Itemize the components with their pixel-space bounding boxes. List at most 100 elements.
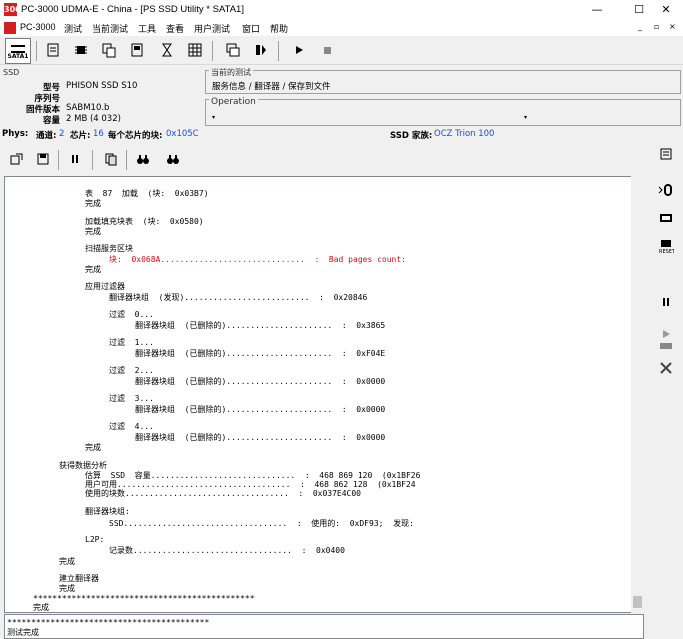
log-output[interactable]: 表 87 加载 (块: 0x03B7) 完成 加载填充块表 (块: 0x0580) 完… (4, 176, 644, 613)
close-button[interactable]: ✕ (649, 0, 683, 20)
mdi-restore-button[interactable]: ▫ (654, 22, 659, 31)
log-line: 完成 (85, 227, 101, 236)
chips-label: 芯片: (70, 131, 91, 141)
reset-icon[interactable]: RESET (656, 236, 676, 256)
settings-doc-icon[interactable] (656, 144, 676, 164)
log-line: L2P: (85, 535, 105, 544)
log-line: 记录数................................. : 0… (109, 546, 345, 555)
operation-dropdown-icon[interactable]: ▾ (212, 114, 215, 121)
bottom-log-line: ****************************************… (7, 618, 210, 627)
user-run-icon[interactable] (250, 39, 272, 61)
blocks-per-chip-label: 每个芯片的块: (108, 131, 163, 141)
log-line: 加载填充块表 (块: 0x0580) (85, 217, 204, 226)
export-icon[interactable] (6, 148, 28, 170)
toolbar-separator (278, 41, 279, 61)
log-line: 用户可用....................................… (85, 480, 416, 489)
current-test-value: 服务信息 / 翻译器 / 保存到文件 (212, 82, 331, 92)
log-line: 过滤 3... (109, 394, 154, 403)
menu-help[interactable]: 帮助 (270, 22, 288, 35)
log-line: 使用的块数.................................. … (85, 489, 362, 498)
chips-value: 16 (93, 129, 104, 139)
mdi-minimize-button[interactable]: _ (638, 22, 642, 31)
menu-view[interactable]: 查看 (166, 22, 184, 35)
stop-icon[interactable] (316, 39, 338, 61)
log-scrollbar[interactable] (631, 176, 644, 613)
log-line: 块: 0x068A.............................. … (109, 255, 406, 264)
windows-icon[interactable] (222, 39, 244, 61)
pause-rail-icon[interactable] (656, 292, 676, 312)
operation-dropdown-icon[interactable]: ▾ (524, 114, 527, 121)
log-line: 过滤 2... (109, 366, 154, 375)
title-bar: 3000 PC-3000 UDMA-E - China - [PS SSD Ut… (0, 0, 683, 20)
sata-port-button[interactable]: SATA1 (5, 38, 31, 64)
main-toolbar: SATA1 (0, 37, 683, 65)
channels-value: 2 (59, 129, 65, 139)
log-line: 过滤 1... (109, 338, 154, 347)
toolbar-separator (36, 41, 37, 61)
copy-icon[interactable] (100, 148, 122, 170)
log-line: 翻译器块组 (已删除的)...................... : 0x0… (135, 405, 386, 414)
log-line: 过滤 4... (109, 422, 154, 431)
document-icon[interactable] (4, 22, 16, 34)
minimize-button[interactable]: — (580, 0, 614, 20)
log-scrollbar-thumb[interactable] (633, 596, 642, 608)
pause-icon[interactable] (64, 148, 86, 170)
device-icon[interactable] (656, 336, 676, 356)
current-test-panel: 当前的测试 服务信息 / 翻译器 / 保存到文件 (205, 67, 681, 94)
bottom-log-line: 测试完成 (7, 628, 39, 637)
log-toolbar (0, 144, 650, 174)
menu-pc3000[interactable]: PC-3000 (20, 22, 56, 32)
save-log-icon[interactable] (32, 148, 54, 170)
play-icon[interactable] (288, 39, 310, 61)
ssd-model-value: PHISON SSD S10 (66, 81, 138, 91)
scroll-icon[interactable] (42, 39, 64, 61)
log-line: 完成 (33, 603, 49, 612)
ssd-family-label: SSD 家族: (390, 131, 433, 141)
log-line: 估算 SSD 容量.............................. … (85, 471, 421, 480)
counter-icon[interactable] (656, 180, 676, 200)
log-line: 过滤 0... (109, 310, 154, 319)
window-title: PC-3000 UDMA-E - China - [PS SSD Utility… (21, 4, 244, 15)
menu-window[interactable]: 窗口 (242, 22, 260, 35)
log-line: 翻译器块组 (已删除的)...................... : 0xF… (135, 349, 386, 358)
ssd-firmware-value: SABM10.b (66, 103, 110, 113)
right-tool-rail: RESET (650, 144, 683, 614)
tools-icon[interactable] (656, 358, 676, 378)
log-line: 完成 (59, 557, 75, 566)
log-line: 建立翻译器 (59, 574, 99, 583)
log-line: 扫描服务区块 (85, 244, 133, 253)
chip-icon[interactable] (70, 39, 92, 61)
log-line: 翻译器块组 (已删除的)...................... : 0x3… (135, 321, 386, 330)
toolbar-separator (126, 150, 127, 170)
log-line: 完成 (85, 443, 101, 452)
ssd-capacity-value: 2 MB (4 032) (66, 114, 121, 124)
svg-text:RESET: RESET (659, 249, 674, 254)
ssd-family-value: OCZ Trion 100 (434, 129, 495, 139)
menu-tools[interactable]: 工具 (138, 22, 156, 35)
app-logo-icon: 3000 (4, 3, 27, 16)
hourglass-icon[interactable] (156, 39, 178, 61)
log-line: 翻译器块组 (已删除的)...................... : 0x0… (135, 377, 386, 386)
mdi-close-button[interactable]: × (669, 22, 676, 31)
find-next-icon[interactable] (162, 148, 184, 170)
find-icon[interactable] (132, 148, 154, 170)
log-line: SSD.................................. : … (109, 519, 414, 528)
log-line: 翻译器块组: (85, 507, 130, 516)
menu-user-test[interactable]: 用户测试 (194, 22, 230, 35)
ssd-info-panel: SSD 型号 PHISON SSD S10 序列号 固件版本 SABM10.b … (0, 68, 203, 128)
toolbar-separator (212, 41, 213, 61)
log-line: ****************************************… (33, 594, 255, 603)
menu-current-test[interactable]: 当前测试 (92, 22, 128, 35)
log-line: 完成 (85, 265, 101, 274)
ssd-group-label: SSD (1, 68, 22, 77)
module-icon[interactable] (126, 39, 148, 61)
operation-panel: Operation ▾ ▾ (205, 97, 681, 126)
chip-module-icon[interactable] (656, 208, 676, 228)
phys-label: Phys: (2, 129, 29, 139)
log-line: 完成 (59, 584, 75, 593)
log-line: 应用过滤器 (85, 282, 125, 291)
bottom-log-output[interactable]: ****************************************… (4, 614, 644, 639)
copy-chip-icon[interactable] (98, 39, 120, 61)
grid-table-icon[interactable] (184, 39, 206, 61)
menu-test[interactable]: 测试 (64, 22, 82, 35)
